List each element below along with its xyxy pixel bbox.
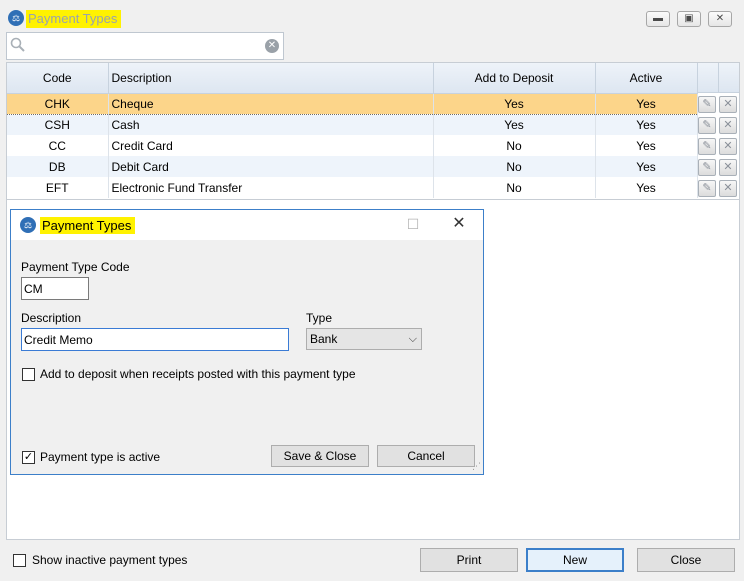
- cell-active: Yes: [595, 92, 698, 115]
- cell-code: DB: [7, 156, 109, 177]
- cell-active: Yes: [595, 177, 698, 198]
- close-window-button[interactable]: ✕: [708, 11, 732, 27]
- dialog-title-bar: ⚖ Payment Types ☐ ✕: [11, 210, 483, 240]
- type-select[interactable]: Bank ⌵: [306, 328, 422, 350]
- description-label: Description: [21, 311, 82, 325]
- clear-search-icon[interactable]: ✕: [265, 39, 279, 53]
- code-field[interactable]: [21, 277, 89, 300]
- cell-add-to-deposit: Yes: [433, 92, 596, 115]
- cell-active: Yes: [595, 156, 698, 177]
- description-field[interactable]: [21, 328, 289, 351]
- cell-description: Debit Card: [108, 156, 434, 177]
- checkmark-icon: ✓: [23, 451, 34, 463]
- cell-code: CC: [7, 135, 109, 156]
- payment-type-dialog: ⚖ Payment Types ☐ ✕ Payment Type Code De…: [10, 209, 484, 475]
- search-input[interactable]: [29, 36, 259, 56]
- scale-icon: ⚖: [8, 10, 24, 26]
- table-row[interactable]: DB Debit Card No Yes: [7, 156, 698, 177]
- dialog-title: Payment Types: [40, 217, 136, 234]
- dialog-close-button[interactable]: ✕: [449, 214, 469, 234]
- edit-row-button[interactable]: ✎: [698, 138, 716, 155]
- column-header-code[interactable]: Code: [7, 63, 109, 94]
- search-box[interactable]: ✕: [6, 32, 284, 60]
- payment-active-label: Payment type is active: [40, 450, 161, 464]
- add-to-deposit-label: Add to deposit when receipts posted with…: [40, 367, 356, 381]
- maximize-button[interactable]: ☐: [403, 214, 423, 234]
- chevron-down-icon: ⌵: [408, 333, 417, 345]
- table-row[interactable]: EFT Electronic Fund Transfer No Yes: [7, 177, 698, 198]
- pencil-icon: ✎: [702, 140, 712, 152]
- delete-row-button[interactable]: ✕: [719, 180, 737, 197]
- pencil-icon: ✎: [702, 119, 712, 131]
- resize-grip-icon[interactable]: ⋰: [472, 461, 481, 472]
- close-icon: ✕: [452, 215, 466, 232]
- edit-row-button[interactable]: ✎: [698, 117, 716, 134]
- cell-description: Electronic Fund Transfer: [108, 177, 434, 198]
- edit-row-button[interactable]: ✎: [698, 96, 716, 113]
- cancel-button[interactable]: Cancel: [377, 445, 475, 467]
- pencil-icon: ✎: [702, 98, 712, 110]
- save-close-button[interactable]: Save & Close: [271, 445, 369, 467]
- edit-row-button[interactable]: ✎: [698, 159, 716, 176]
- window-title: Payment Types: [26, 10, 122, 28]
- maximize-icon: ☐: [406, 216, 420, 232]
- restore-button[interactable]: ▣: [677, 11, 701, 27]
- pencil-icon: ✎: [702, 182, 712, 194]
- table-row[interactable]: CHK Cheque Yes Yes: [7, 92, 698, 115]
- cell-description: Credit Card: [108, 135, 434, 156]
- close-button[interactable]: Close: [637, 548, 735, 572]
- cell-code: EFT: [7, 177, 109, 198]
- cell-active: Yes: [595, 114, 698, 135]
- cell-description: Cash: [108, 114, 434, 135]
- pencil-icon: ✎: [702, 161, 712, 173]
- print-button[interactable]: Print: [420, 548, 518, 572]
- minimize-icon: ▬: [653, 13, 663, 24]
- edit-row-button[interactable]: ✎: [698, 180, 716, 197]
- cell-add-to-deposit: Yes: [433, 114, 596, 135]
- delete-row-button[interactable]: ✕: [719, 96, 737, 113]
- add-to-deposit-checkbox[interactable]: [22, 368, 35, 381]
- show-inactive-checkbox[interactable]: [13, 554, 26, 567]
- delete-x-icon: ✕: [723, 119, 733, 131]
- delete-x-icon: ✕: [723, 140, 733, 152]
- new-button[interactable]: New: [526, 548, 624, 572]
- cell-code: CSH: [7, 114, 109, 135]
- delete-row-button[interactable]: ✕: [719, 138, 737, 155]
- cell-add-to-deposit: No: [433, 156, 596, 177]
- main-title-bar: ⚖ Payment Types ▬ ▣ ✕: [0, 0, 744, 34]
- delete-row-button[interactable]: ✕: [719, 159, 737, 176]
- column-header-add-to-deposit[interactable]: Add to Deposit: [433, 63, 596, 94]
- type-label: Type: [306, 311, 333, 325]
- cell-add-to-deposit: No: [433, 135, 596, 156]
- actions-column-divider: [718, 63, 719, 93]
- search-icon: [10, 37, 28, 55]
- delete-x-icon: ✕: [723, 182, 733, 194]
- restore-icon: ▣: [684, 13, 694, 24]
- cell-code: CHK: [7, 92, 109, 115]
- table-row[interactable]: CSH Cash Yes Yes: [7, 114, 698, 135]
- close-icon: ✕: [715, 13, 725, 24]
- payment-types-table: Code Description Add to Deposit Active C…: [7, 63, 698, 198]
- cell-add-to-deposit: No: [433, 177, 596, 198]
- cell-description: Cheque: [108, 92, 434, 115]
- delete-x-icon: ✕: [723, 98, 733, 110]
- delete-row-button[interactable]: ✕: [719, 117, 737, 134]
- delete-x-icon: ✕: [723, 161, 733, 173]
- column-header-active[interactable]: Active: [595, 63, 698, 94]
- table-header-row: Code Description Add to Deposit Active: [7, 63, 698, 94]
- type-select-value: Bank: [310, 332, 338, 346]
- cell-active: Yes: [595, 135, 698, 156]
- table-row[interactable]: CC Credit Card No Yes: [7, 135, 698, 156]
- minimize-button[interactable]: ▬: [646, 11, 670, 27]
- column-header-description[interactable]: Description: [108, 63, 434, 94]
- code-label: Payment Type Code: [21, 260, 130, 274]
- payment-active-checkbox[interactable]: ✓: [22, 451, 35, 464]
- payment-types-grid: Code Description Add to Deposit Active C…: [6, 62, 740, 200]
- show-inactive-label: Show inactive payment types: [32, 553, 188, 567]
- scale-icon: ⚖: [20, 217, 36, 233]
